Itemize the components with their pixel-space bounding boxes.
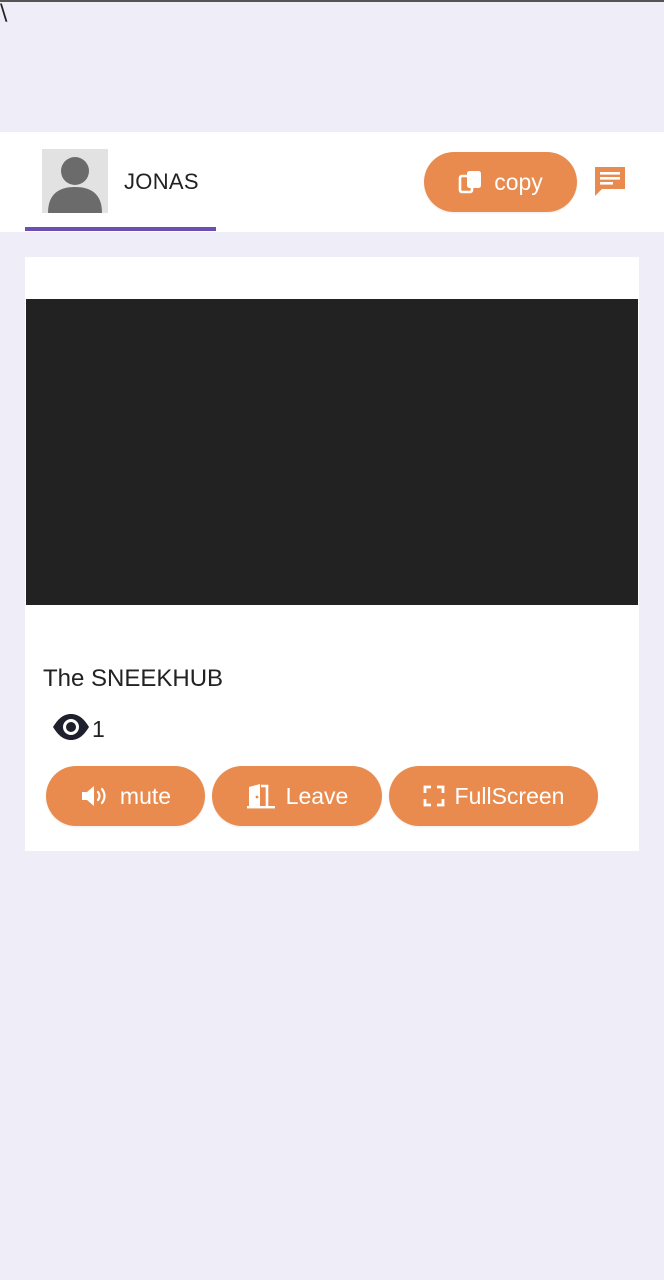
copy-icon — [458, 169, 484, 195]
mute-button[interactable]: mute — [46, 766, 205, 826]
mute-button-label: mute — [119, 782, 172, 809]
fullscreen-button[interactable]: FullScreen — [389, 766, 598, 826]
door-exit-icon — [246, 783, 276, 809]
header-bar: JONAS copy — [0, 132, 664, 232]
stream-card: The SNEEKHUB 1 mute Leave FullScreen — [25, 257, 639, 851]
user-tab[interactable]: JONAS — [25, 132, 216, 232]
active-tab-underline — [25, 227, 216, 231]
leave-button[interactable]: Leave — [212, 766, 382, 826]
stray-text: \ — [0, 1, 8, 26]
viewer-count-row: 1 — [52, 713, 105, 745]
fullscreen-button-label: FullScreen — [454, 782, 565, 809]
speaker-icon — [80, 784, 110, 808]
eye-icon — [52, 713, 90, 746]
copy-button[interactable]: copy — [424, 152, 577, 212]
viewer-count: 1 — [92, 715, 105, 742]
leave-button-label: Leave — [285, 782, 349, 809]
username-label: JONAS — [124, 169, 199, 194]
video-player[interactable] — [26, 299, 638, 605]
chat-icon[interactable] — [593, 164, 627, 198]
copy-button-label: copy — [494, 168, 543, 195]
stream-title: The SNEEKHUB — [43, 665, 224, 692]
person-placeholder-icon — [42, 149, 108, 213]
fullscreen-icon — [423, 785, 445, 807]
top-border — [0, 0, 664, 2]
